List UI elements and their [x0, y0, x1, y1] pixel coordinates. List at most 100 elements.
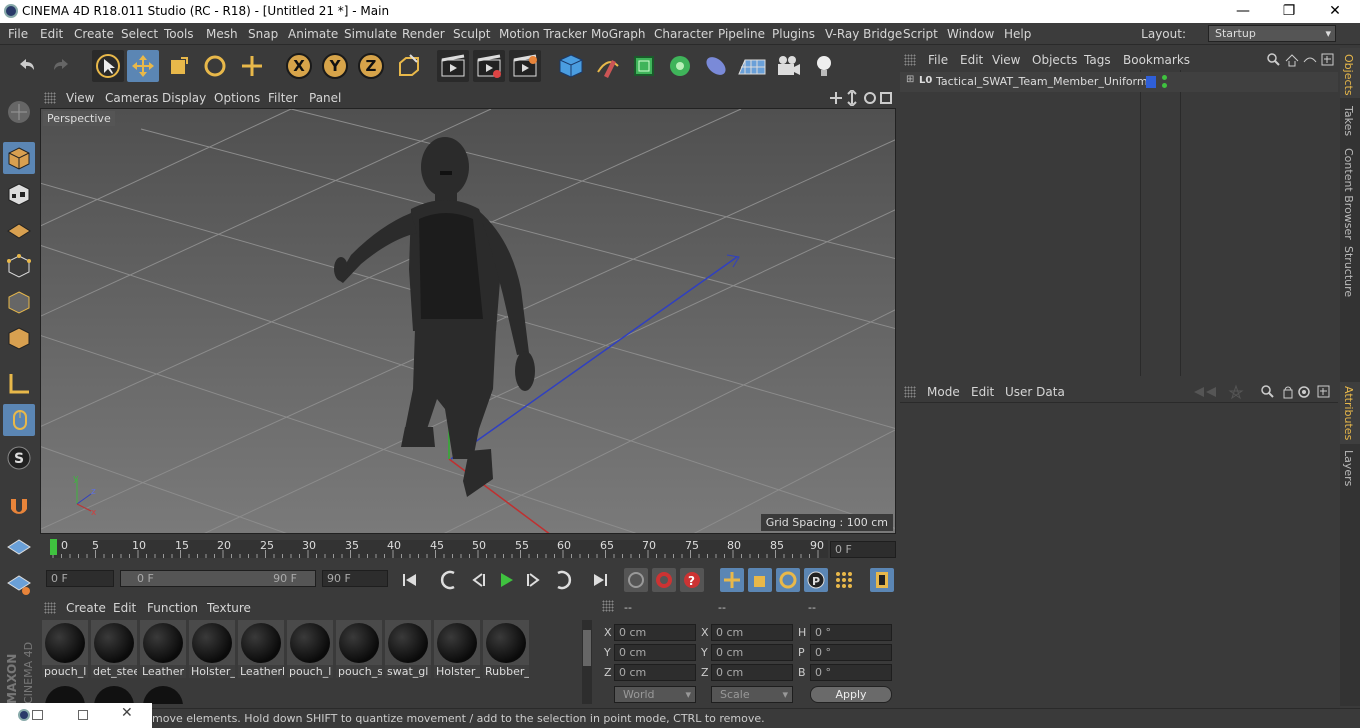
- menu-plugins[interactable]: Plugins: [772, 27, 815, 41]
- previous-frame-button[interactable]: [466, 568, 490, 592]
- coordinate-system-button[interactable]: [392, 50, 424, 82]
- viewport-menu-filter[interactable]: Filter: [268, 91, 298, 105]
- material-menu-texture[interactable]: Texture: [207, 601, 251, 615]
- snapping-button[interactable]: S: [3, 442, 35, 474]
- record-active-objects-button[interactable]: [624, 568, 648, 592]
- live-selection-button[interactable]: [92, 50, 124, 82]
- key-scale-button[interactable]: [748, 568, 772, 592]
- menu-character[interactable]: Character: [654, 27, 713, 41]
- scale-tool-button[interactable]: [163, 50, 195, 82]
- material-scrollbar[interactable]: [582, 620, 592, 704]
- redo-button[interactable]: [46, 50, 78, 82]
- timeline-playhead[interactable]: [50, 539, 57, 555]
- tab-attributes[interactable]: Attributes: [1342, 386, 1355, 440]
- points-mode-button[interactable]: [3, 250, 35, 282]
- current-frame-field[interactable]: 0 F: [830, 541, 896, 558]
- size-z-field[interactable]: 0 cm: [711, 664, 793, 681]
- keyframe-selection-button[interactable]: ?: [680, 568, 704, 592]
- minimize-button[interactable]: —: [1220, 0, 1266, 23]
- menu-tools[interactable]: Tools: [164, 27, 194, 41]
- material-swatch-row2[interactable]: [91, 684, 137, 704]
- material-swatch[interactable]: Leatherl: [238, 620, 284, 678]
- render-picture-viewer-button[interactable]: [473, 50, 505, 82]
- material-scrollbar-thumb[interactable]: [583, 630, 591, 666]
- go-to-end-button[interactable]: [588, 568, 612, 592]
- tab-content-browser[interactable]: Content Browser: [1342, 148, 1355, 240]
- position-z-field[interactable]: 0 cm: [614, 664, 696, 681]
- perspective-viewport[interactable]: y z x Perspective Grid Spacing : 100 cm: [40, 108, 896, 534]
- object-menu-bookmarks[interactable]: Bookmarks: [1123, 53, 1190, 67]
- polygons-mode-button[interactable]: [3, 322, 35, 354]
- menu-select[interactable]: Select: [121, 27, 158, 41]
- menu-window[interactable]: Window: [947, 27, 994, 41]
- z-axis-button[interactable]: Z: [355, 50, 387, 82]
- material-swatch-row2[interactable]: [140, 684, 186, 704]
- viewport-menu-panel[interactable]: Panel: [309, 91, 341, 105]
- tweak-mode-button[interactable]: [3, 404, 35, 436]
- tab-structure[interactable]: Structure: [1342, 246, 1355, 297]
- frame-range-slider[interactable]: 0 F 90 F: [120, 570, 316, 587]
- close-icon[interactable]: ✕: [121, 705, 133, 721]
- menu-edit[interactable]: Edit: [40, 27, 63, 41]
- material-swatch[interactable]: swat_gl: [385, 620, 431, 678]
- cloner-button[interactable]: [664, 50, 696, 82]
- key-position-button[interactable]: [720, 568, 744, 592]
- object-menu-tags[interactable]: Tags: [1084, 53, 1111, 67]
- viewport-menu-options[interactable]: Options: [214, 91, 260, 105]
- maximize-icon[interactable]: [78, 710, 88, 720]
- timeline-ruler[interactable]: 0 5 10 15 20 25 30 35 40 45 50 55 60 65 …: [40, 536, 896, 566]
- material-swatch[interactable]: pouch_s: [336, 620, 382, 678]
- viewport-nav-icons[interactable]: [830, 90, 894, 106]
- expand-icon[interactable]: ⊞: [906, 74, 914, 85]
- cube-object-button[interactable]: [555, 50, 587, 82]
- floor-button[interactable]: [736, 50, 768, 82]
- position-x-field[interactable]: 0 cm: [614, 624, 696, 641]
- play-button[interactable]: [494, 568, 518, 592]
- menu-help[interactable]: Help: [1004, 27, 1031, 41]
- move-tool-button[interactable]: [127, 50, 159, 82]
- go-to-start-button[interactable]: [398, 568, 422, 592]
- subdivision-surface-button[interactable]: [628, 50, 660, 82]
- material-swatch[interactable]: Holster_: [189, 620, 235, 678]
- camera-button[interactable]: [772, 50, 804, 82]
- render-settings-button[interactable]: [509, 50, 541, 82]
- editor-visibility-dot[interactable]: [1162, 75, 1167, 80]
- attribute-menu-edit[interactable]: Edit: [971, 385, 994, 399]
- tab-layers[interactable]: Layers: [1342, 450, 1355, 486]
- size-y-field[interactable]: 0 cm: [711, 644, 793, 661]
- rotate-tool-button[interactable]: [199, 50, 231, 82]
- previous-key-button[interactable]: [438, 568, 462, 592]
- material-swatch[interactable]: pouch_l: [42, 620, 88, 678]
- menu-create[interactable]: Create: [74, 27, 114, 41]
- size-mode-select[interactable]: Scale ▾: [711, 686, 793, 703]
- make-editable-button[interactable]: [3, 96, 35, 128]
- material-swatch[interactable]: Holster_: [434, 620, 480, 678]
- menu-mograph[interactable]: MoGraph: [591, 27, 646, 41]
- texture-mode-button[interactable]: [3, 178, 35, 210]
- apply-button[interactable]: Apply: [810, 686, 892, 703]
- material-menu-edit[interactable]: Edit: [113, 601, 136, 615]
- size-x-field[interactable]: 0 cm: [711, 624, 793, 641]
- attribute-menu-mode[interactable]: Mode: [927, 385, 960, 399]
- menu-pipeline[interactable]: Pipeline: [718, 27, 765, 41]
- object-menu-edit[interactable]: Edit: [960, 53, 983, 67]
- deformer-button[interactable]: [700, 50, 732, 82]
- render-view-button[interactable]: [437, 50, 469, 82]
- object-manager-tools[interactable]: [1266, 52, 1336, 68]
- x-axis-button[interactable]: X: [283, 50, 315, 82]
- menu-mesh[interactable]: Mesh: [206, 27, 238, 41]
- workplane-lock-button[interactable]: [3, 532, 35, 564]
- menu-render[interactable]: Render: [402, 27, 445, 41]
- rotation-p-field[interactable]: 0 °: [810, 644, 892, 661]
- timeline-window-button[interactable]: [870, 568, 894, 592]
- viewport-menu-display[interactable]: Display: [162, 91, 206, 105]
- workplane-mode-button[interactable]: [3, 214, 35, 246]
- layout-select[interactable]: Startup ▾: [1208, 25, 1336, 42]
- pen-spline-button[interactable]: [592, 50, 624, 82]
- start-frame-field[interactable]: 0 F: [46, 570, 114, 587]
- attribute-menu-user-data[interactable]: User Data: [1005, 385, 1065, 399]
- light-button[interactable]: [808, 50, 840, 82]
- axis-mode-button[interactable]: [3, 368, 35, 400]
- material-menu-create[interactable]: Create: [66, 601, 106, 615]
- menu-vray-bridge[interactable]: V-Ray Bridge: [825, 27, 902, 41]
